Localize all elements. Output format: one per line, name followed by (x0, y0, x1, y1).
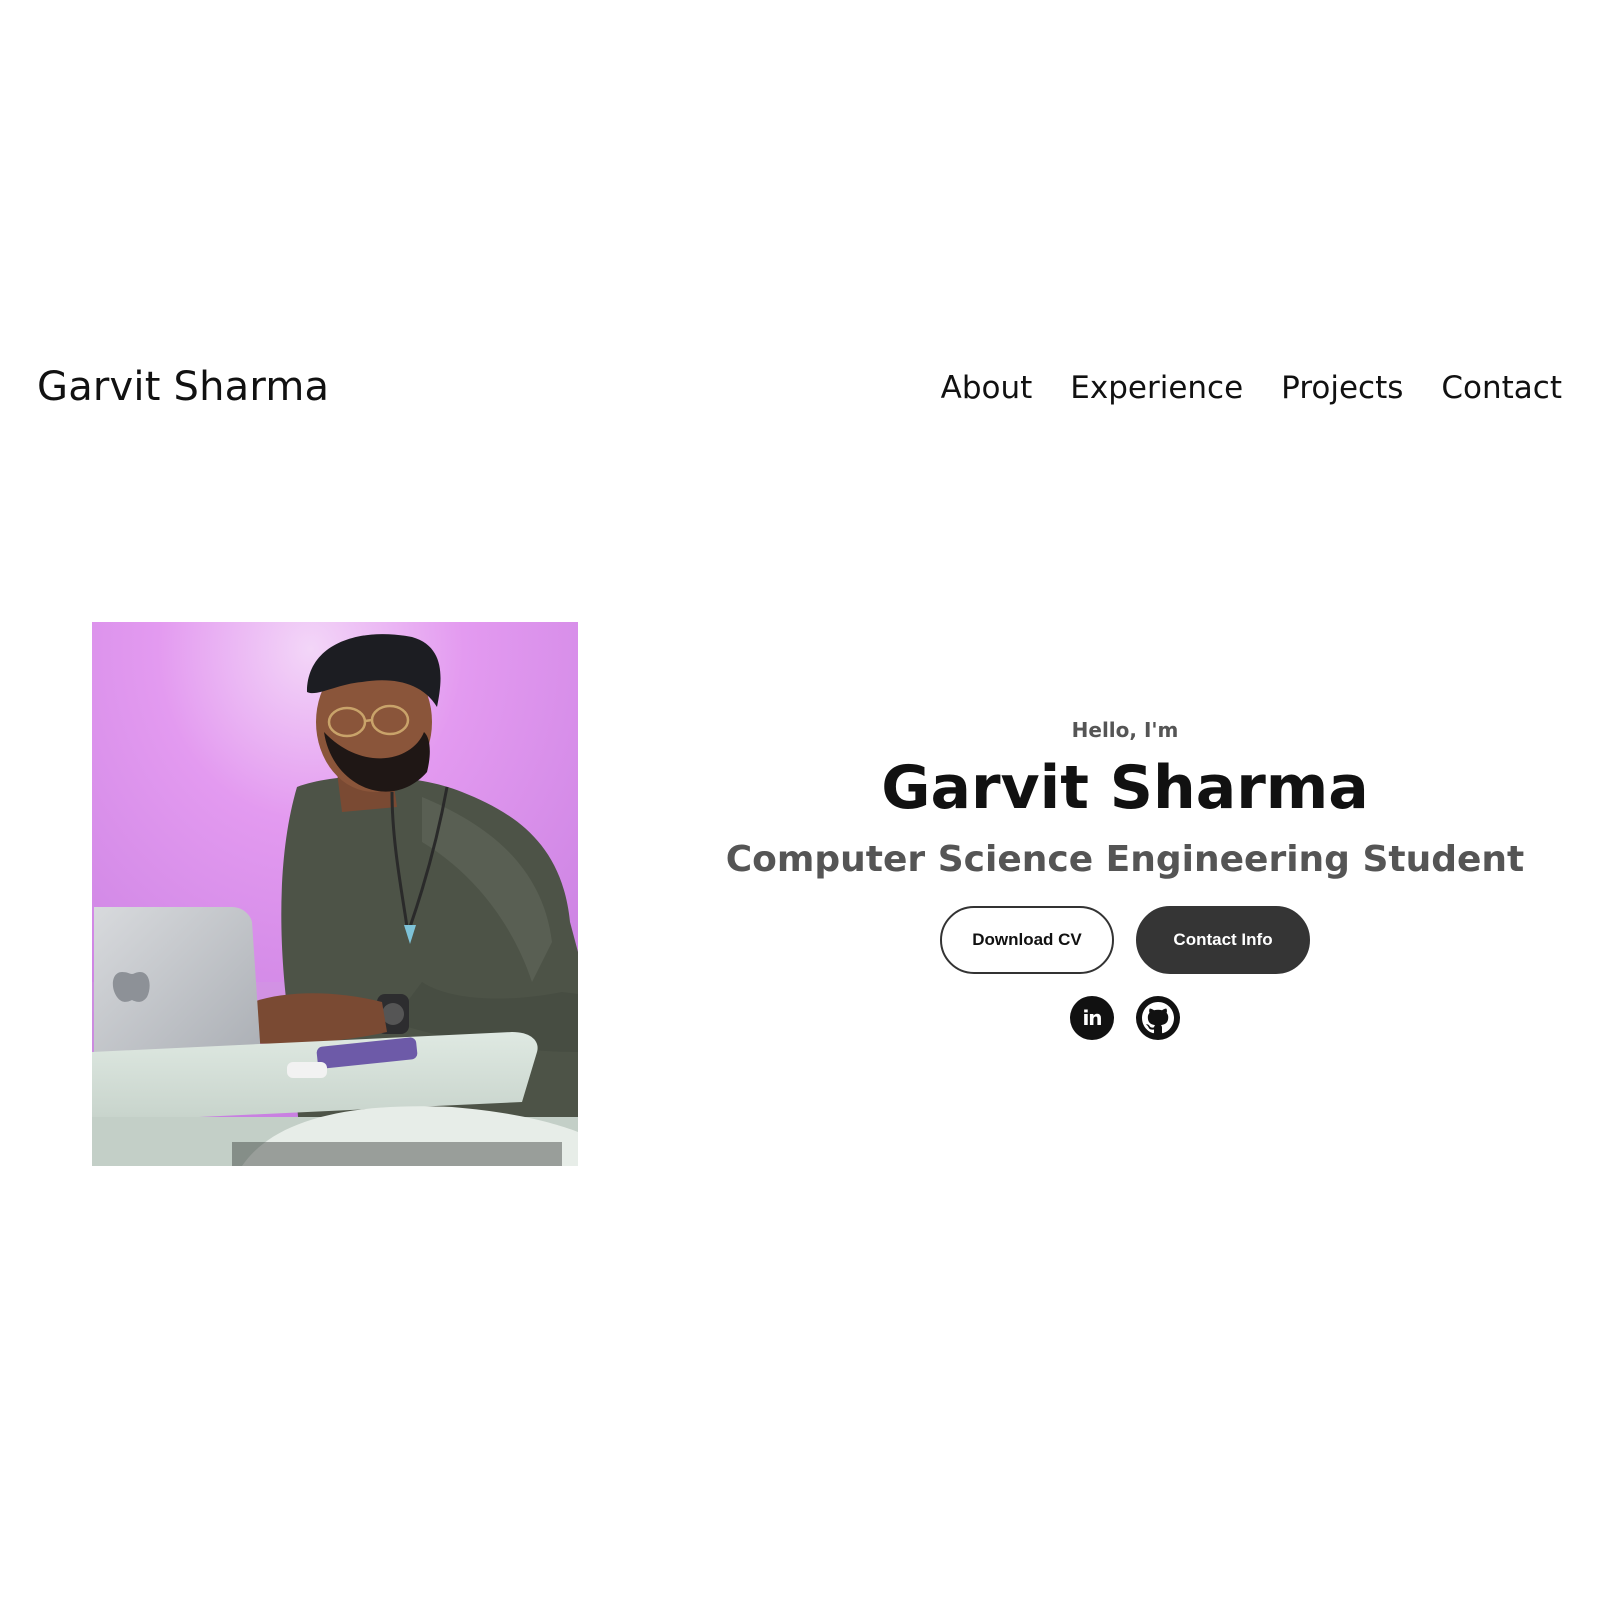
social-links: in (700, 996, 1550, 1040)
github-icon-glyph (1142, 1002, 1174, 1034)
nav-link-experience[interactable]: Experience (1070, 370, 1243, 406)
profile-photo (92, 622, 578, 1166)
top-nav: Garvit Sharma About Experience Projects … (0, 352, 1600, 432)
profile-photo-illustration (92, 622, 578, 1166)
nav-link-about[interactable]: About (941, 370, 1033, 406)
download-cv-button[interactable]: Download CV (940, 906, 1114, 974)
linkedin-icon[interactable]: in (1070, 996, 1114, 1040)
nav-item-experience: Experience (1070, 370, 1243, 406)
nav-item-about: About (941, 370, 1033, 406)
hero-buttons: Download CV Contact Info (700, 906, 1550, 974)
nav-item-contact: Contact (1441, 370, 1562, 406)
contact-info-button[interactable]: Contact Info (1136, 906, 1310, 974)
linkedin-icon-glyph: in (1082, 1006, 1102, 1030)
site-logo[interactable]: Garvit Sharma (37, 364, 329, 410)
hero-name: Garvit Sharma (881, 753, 1369, 823)
hero-role: Computer Science Engineering Student (725, 839, 1525, 880)
nav-links: About Experience Projects Contact (941, 370, 1562, 406)
nav-link-projects[interactable]: Projects (1281, 370, 1403, 406)
github-icon[interactable] (1136, 996, 1180, 1040)
page: Garvit Sharma About Experience Projects … (0, 0, 1600, 1600)
nav-item-projects: Projects (1281, 370, 1403, 406)
hero-greeting: Hello, I'm (1071, 718, 1179, 742)
nav-link-contact[interactable]: Contact (1441, 370, 1562, 406)
hero-section: Hello, I'm Garvit Sharma Computer Scienc… (700, 718, 1550, 1040)
